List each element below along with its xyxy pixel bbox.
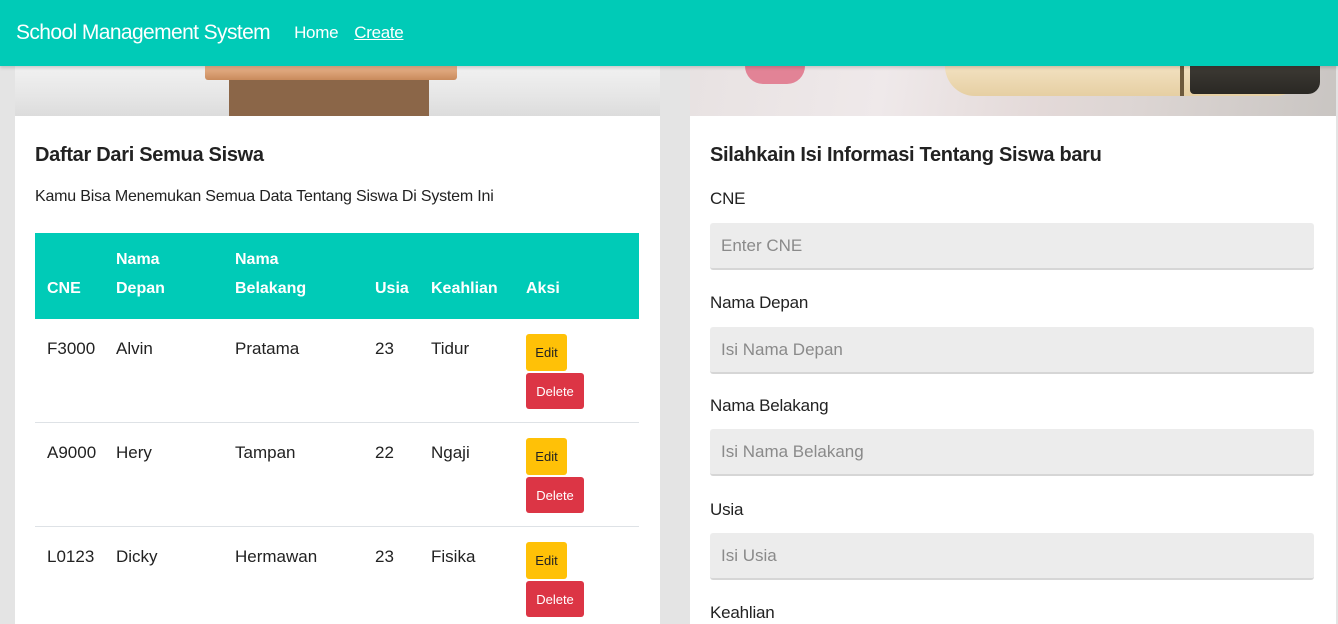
nav-home-link[interactable]: Home <box>294 23 338 43</box>
delete-button[interactable]: Delete <box>526 581 584 617</box>
student-list-card: Daftar Dari Semua Siswa Kamu Bisa Menemu… <box>15 66 660 624</box>
usia-input[interactable] <box>710 533 1314 580</box>
header-nama-depan: Nama Depan <box>116 251 165 297</box>
nama-belakang-input[interactable] <box>710 429 1314 476</box>
create-student-card: Silahkain Isi Informasi Tentang Siswa ba… <box>690 66 1336 624</box>
cell-keahlian: Fisika <box>431 547 476 566</box>
cell-nama-belakang: Tampan <box>235 443 296 462</box>
cell-keahlian: Ngaji <box>431 443 470 462</box>
header-keahlian: Keahlian <box>431 280 498 297</box>
header-aksi: Aksi <box>526 280 560 297</box>
desk-top-shape <box>205 66 457 80</box>
header-usia: Usia <box>375 280 409 297</box>
desk-body-shape <box>229 80 429 116</box>
form-title: Silahkain Isi Informasi Tentang Siswa ba… <box>710 144 1102 166</box>
header-cne: CNE <box>47 280 81 297</box>
brand-title[interactable]: School Management System <box>16 21 271 45</box>
cell-cne: A9000 <box>47 443 97 462</box>
table-header: CNE Nama Depan Nama Belakang Usia Keahli… <box>35 233 639 319</box>
navbar: School Management System Home Create <box>0 0 1338 66</box>
students-table: CNE Nama Depan Nama Belakang Usia Keahli… <box>35 233 639 624</box>
delete-button[interactable]: Delete <box>526 373 584 409</box>
edit-button[interactable]: Edit <box>526 542 567 579</box>
nama-depan-input[interactable] <box>710 327 1314 374</box>
classroom-image <box>15 66 660 116</box>
book-cover-shape <box>1190 66 1320 94</box>
cell-nama-depan: Alvin <box>116 339 153 358</box>
pink-shape <box>745 66 805 84</box>
label-keahlian: Keahlian <box>710 603 775 622</box>
edit-button[interactable]: Edit <box>526 438 567 475</box>
cell-nama-belakang: Pratama <box>235 339 300 358</box>
book-spine-shape <box>1180 66 1184 96</box>
cell-usia: 23 <box>375 547 394 566</box>
books-image <box>690 66 1336 116</box>
label-nama-depan: Nama Depan <box>710 293 809 312</box>
header-nama-belakang: Nama Belakang <box>235 251 307 297</box>
table-row: F3000 Alvin Pratama 23 Tidur Edit Delete <box>35 319 639 423</box>
cell-usia: 22 <box>375 443 394 462</box>
cell-usia: 23 <box>375 339 394 358</box>
cell-nama-depan: Dicky <box>116 547 158 566</box>
cell-nama-depan: Hery <box>116 443 152 462</box>
table-row: L0123 Dicky Hermawan 23 Fisika Edit Dele… <box>35 527 639 624</box>
label-usia: Usia <box>710 500 744 519</box>
label-cne: CNE <box>710 189 746 208</box>
delete-button[interactable]: Delete <box>526 477 584 513</box>
label-nama-belakang: Nama Belakang <box>710 396 829 415</box>
cell-cne: L0123 <box>47 547 95 566</box>
table-row: A9000 Hery Tampan 22 Ngaji Edit Delete <box>35 423 639 527</box>
list-title: Daftar Dari Semua Siswa <box>35 144 264 166</box>
nav-create-link[interactable]: Create <box>354 23 404 43</box>
cell-nama-belakang: Hermawan <box>235 547 318 566</box>
edit-button[interactable]: Edit <box>526 334 567 371</box>
list-subtitle: Kamu Bisa Menemukan Semua Data Tentang S… <box>35 188 494 205</box>
cne-input[interactable] <box>710 223 1314 270</box>
cell-keahlian: Tidur <box>431 339 470 358</box>
cell-cne: F3000 <box>47 339 96 358</box>
